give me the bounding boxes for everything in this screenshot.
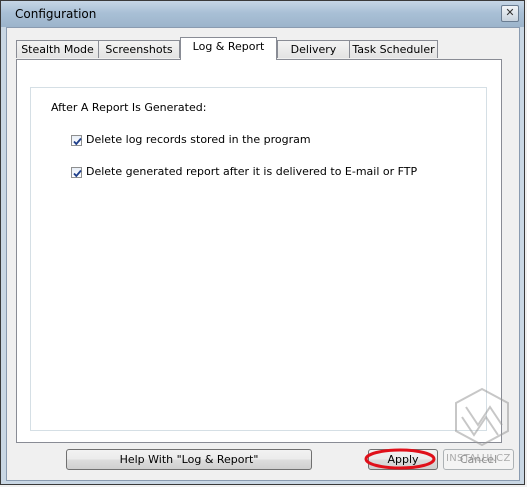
delete-generated-report-option[interactable]: Delete generated report after it is deli… (71, 165, 417, 179)
configuration-window: Configuration ✕ Stealth Mode Screenshots… (0, 0, 525, 485)
tab-task-scheduler[interactable]: Task Scheduler (349, 40, 438, 58)
close-button[interactable]: ✕ (501, 5, 519, 22)
checkmark-icon (73, 169, 82, 177)
delete-log-records-checkbox[interactable] (71, 134, 82, 146)
dialog-client-area: Stealth Mode Screenshots Log & Report De… (6, 27, 520, 481)
report-options-group: After A Report Is Generated: Delete log … (30, 87, 487, 431)
delete-generated-report-checkbox[interactable] (71, 166, 82, 178)
delete-log-records-label: Delete log records stored in the program (86, 133, 311, 146)
cancel-button[interactable]: Cancel (443, 449, 514, 470)
delete-log-records-option[interactable]: Delete log records stored in the program (71, 133, 311, 147)
section-label: After A Report Is Generated: (51, 101, 207, 114)
tab-screenshots[interactable]: Screenshots (98, 40, 180, 58)
log-report-panel: After A Report Is Generated: Delete log … (16, 59, 502, 443)
window-title: Configuration (15, 7, 97, 21)
tab-stealth-mode[interactable]: Stealth Mode (16, 40, 99, 58)
tab-delivery[interactable]: Delivery (277, 40, 350, 58)
close-icon: ✕ (505, 6, 515, 19)
delete-generated-report-label: Delete generated report after it is deli… (86, 165, 418, 178)
checkmark-icon (73, 137, 82, 145)
apply-button[interactable]: Apply (368, 449, 438, 470)
help-button[interactable]: Help With "Log & Report" (66, 449, 312, 470)
title-bar[interactable]: Configuration ✕ (1, 1, 524, 27)
tab-log-report[interactable]: Log & Report (180, 37, 277, 60)
